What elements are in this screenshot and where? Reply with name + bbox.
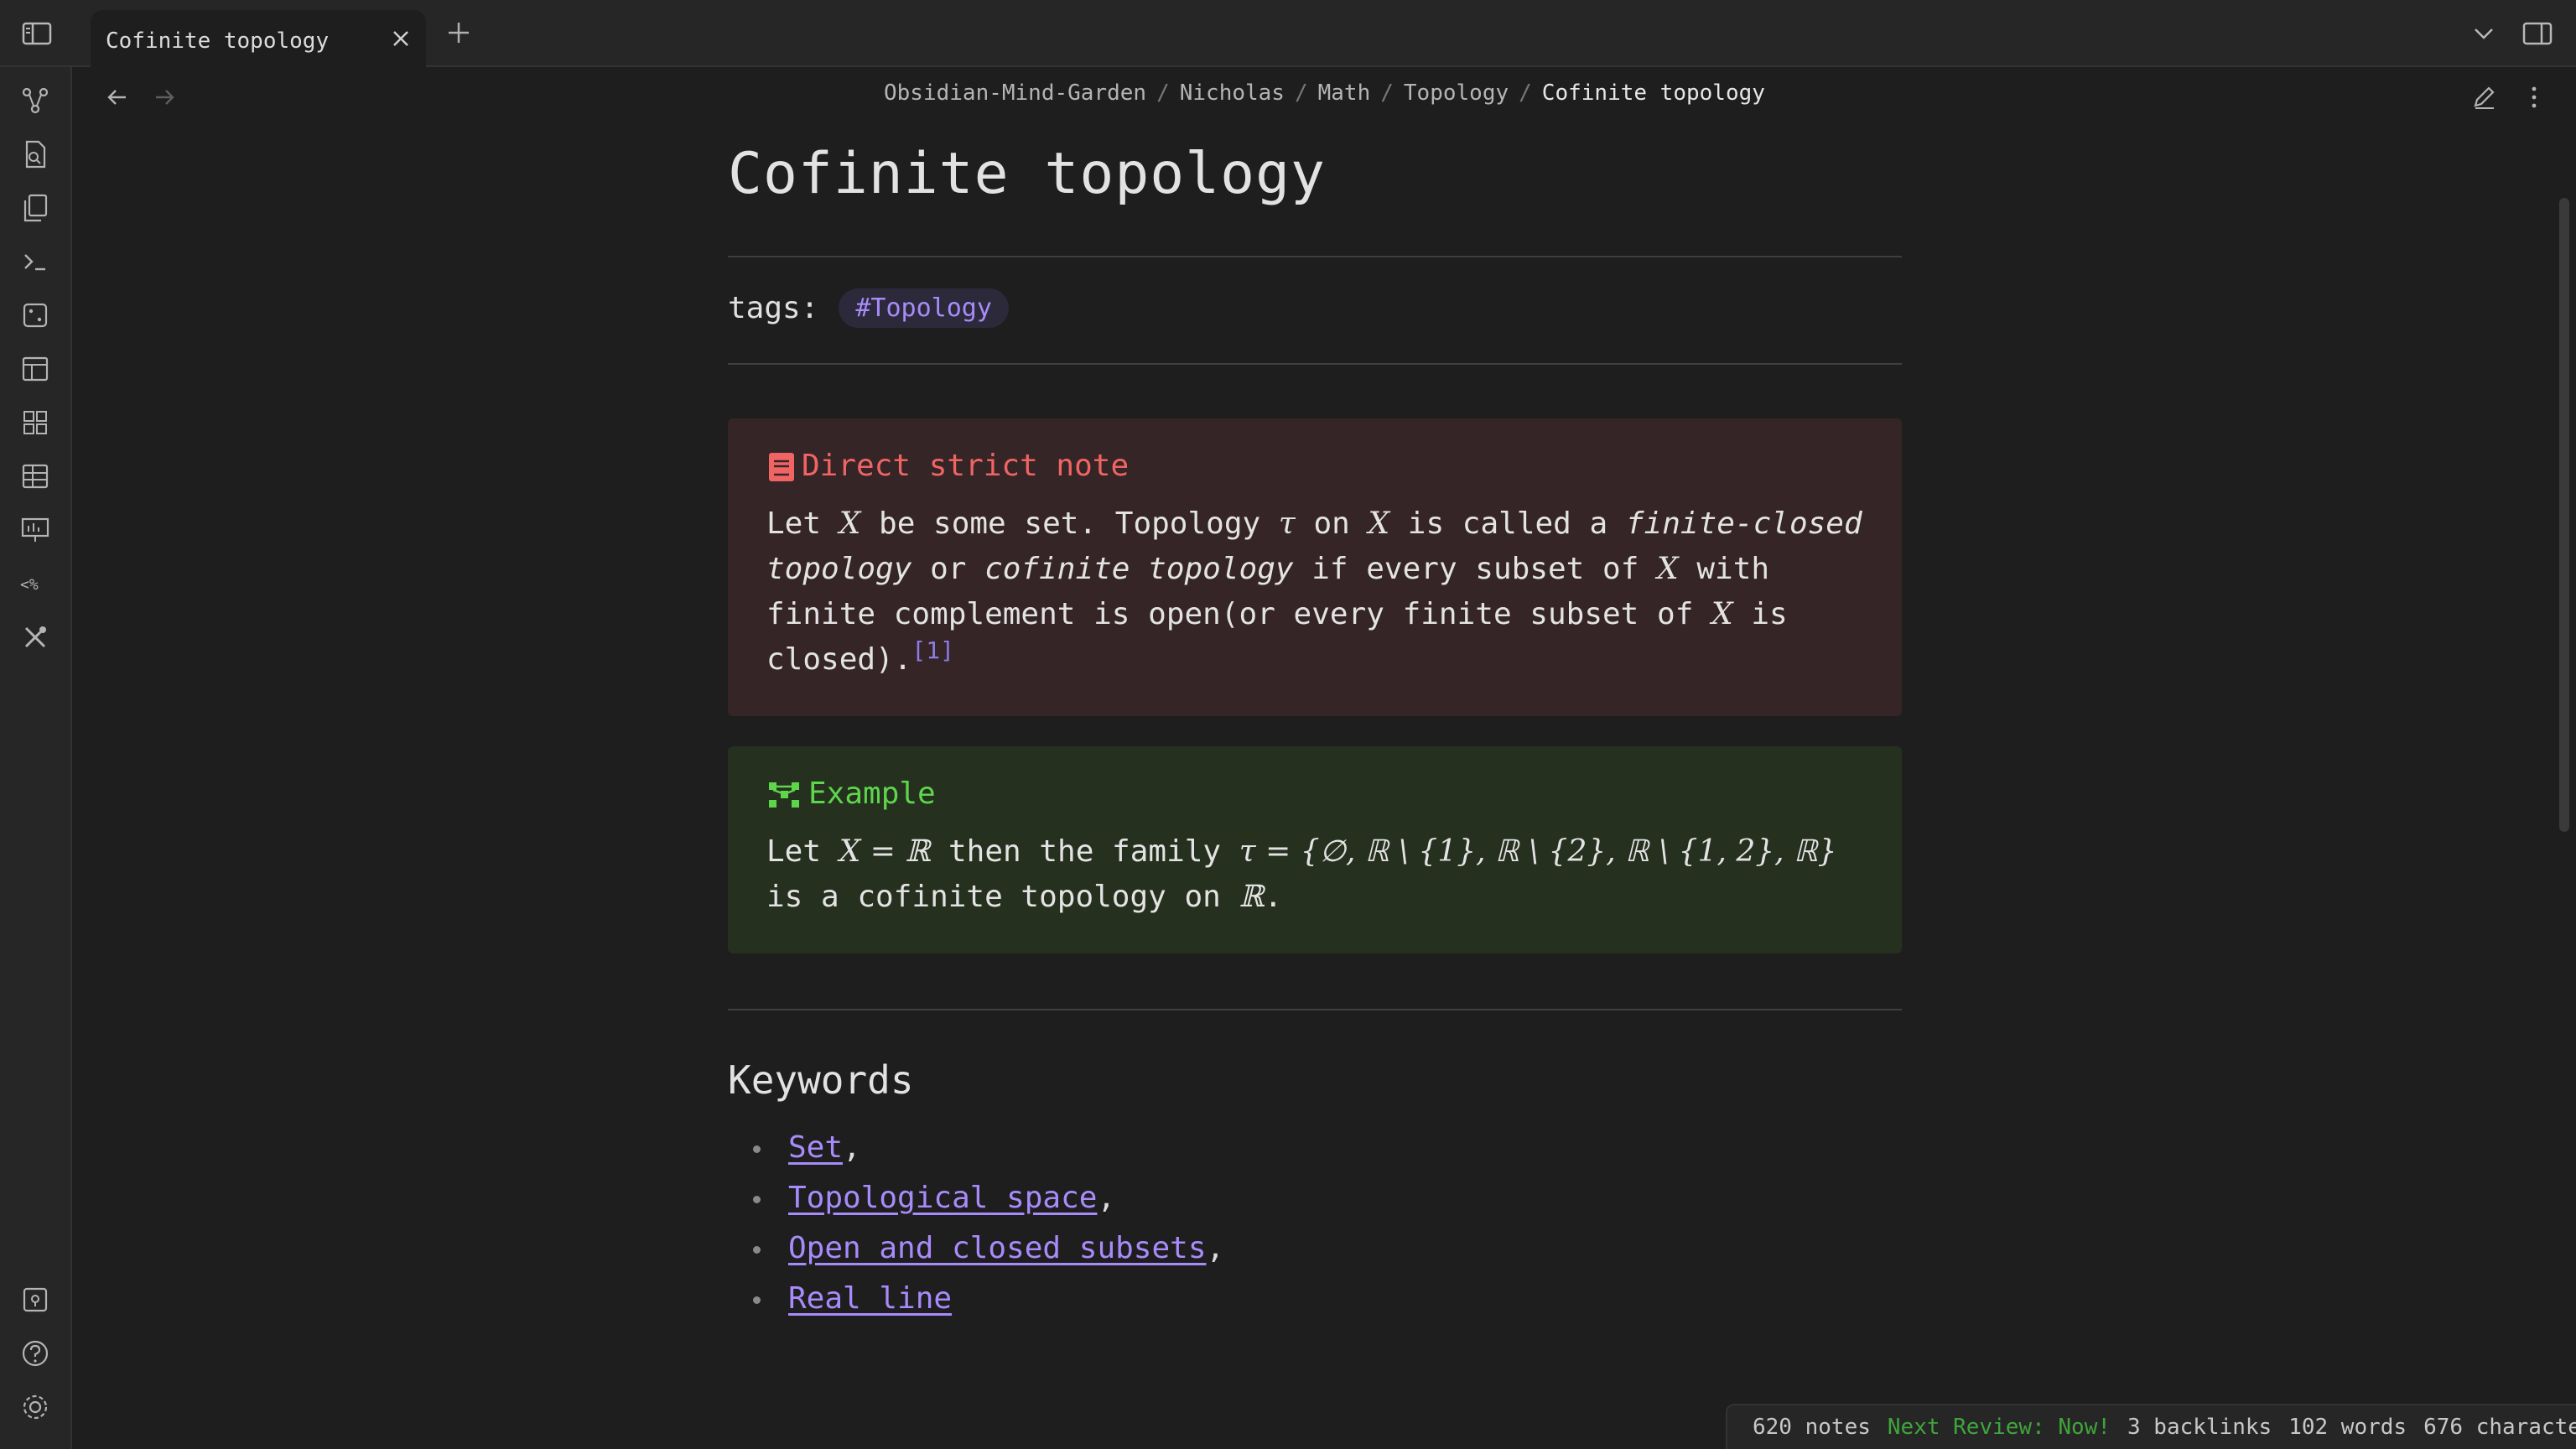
back-arrow-icon[interactable] xyxy=(102,82,132,112)
breadcrumb-item[interactable]: Math xyxy=(1318,80,1371,106)
text: . xyxy=(1264,880,1283,914)
keywords-list: Set, Topological space, Open and closed … xyxy=(728,1123,1902,1324)
tags-row: tags: #Topology xyxy=(728,281,1902,335)
templater-icon[interactable]: <% xyxy=(18,567,52,600)
terminal-icon[interactable] xyxy=(18,245,52,278)
status-bar: 620 notes Next Review: Now! 3 backlinks … xyxy=(1726,1404,2576,1449)
list-item: Topological space, xyxy=(728,1173,1902,1223)
copy-files-icon[interactable] xyxy=(18,191,52,225)
callout-body: Let X = ℝ then the family τ = {∅, ℝ \ {1… xyxy=(766,829,1863,920)
divider xyxy=(728,256,1902,257)
dice-icon[interactable] xyxy=(18,299,52,332)
tab-title: Cofinite topology xyxy=(106,29,330,54)
text: , xyxy=(1097,1181,1116,1215)
tab-active[interactable]: Cofinite topology xyxy=(91,10,426,69)
scrollbar[interactable] xyxy=(2559,198,2569,832)
text: , xyxy=(843,1130,861,1165)
more-options-icon[interactable] xyxy=(2519,82,2549,112)
sidebar-toggle-icon[interactable] xyxy=(20,17,54,50)
text: is a cofinite topology on xyxy=(766,880,1239,914)
divider xyxy=(728,363,1902,365)
list-item: Real line xyxy=(728,1274,1902,1324)
ribbon: <% xyxy=(0,67,72,1449)
math-X: X xyxy=(1711,597,1733,631)
svg-text:<%: <% xyxy=(20,576,39,594)
text: on xyxy=(1295,506,1368,541)
text: be some set. Topology xyxy=(860,506,1279,541)
breadcrumb-item[interactable]: Nicholas xyxy=(1180,80,1285,106)
text: then the family xyxy=(930,834,1239,869)
tag-pill[interactable]: #Topology xyxy=(839,288,1009,328)
tools-icon[interactable] xyxy=(18,621,52,654)
right-sidebar-toggle-icon[interactable] xyxy=(2521,17,2554,50)
keywords-heading: Keywords xyxy=(728,1057,914,1103)
chevron-down-icon[interactable] xyxy=(2467,17,2501,50)
help-icon[interactable] xyxy=(18,1337,52,1370)
status-backlinks[interactable]: 3 backlinks xyxy=(2127,1415,2272,1440)
keyword-link-open-closed-subsets[interactable]: Open and closed subsets xyxy=(788,1231,1207,1265)
callout-example: Example Let X = ℝ then the family τ = {∅… xyxy=(728,746,1902,953)
math: ℝ xyxy=(1239,880,1265,914)
table-icon[interactable] xyxy=(18,460,52,493)
text: is called a xyxy=(1389,506,1626,541)
callout-title-text: Example xyxy=(808,776,936,811)
graph-icon[interactable] xyxy=(18,84,52,117)
page-title: Cofinite topology xyxy=(728,141,1326,207)
callout-title: Example xyxy=(766,776,1863,811)
breadcrumb: Obsidian-Mind-Garden / Nicholas / Math / Topol… xyxy=(884,80,1765,106)
math: τ = {∅, ℝ \ {1}, ℝ \ {2}, ℝ \ {1, 2}, ℝ} xyxy=(1239,834,1837,869)
forward-arrow-icon[interactable] xyxy=(149,82,179,112)
breadcrumb-current: Cofinite topology xyxy=(1541,80,1765,106)
status-characters: 676 characters xyxy=(2423,1415,2576,1440)
breadcrumb-item[interactable]: Topology xyxy=(1404,80,1509,106)
status-notes: 620 notes xyxy=(1753,1415,1871,1440)
keyword-link-real-line[interactable]: Real line xyxy=(788,1281,952,1316)
layout-icon[interactable] xyxy=(18,352,52,386)
keyword-link-topological-space[interactable]: Topological space xyxy=(788,1181,1097,1215)
text: , xyxy=(1206,1231,1225,1265)
math: X = ℝ xyxy=(839,834,931,869)
vault-icon[interactable] xyxy=(18,1283,52,1317)
settings-gear-icon[interactable] xyxy=(18,1390,52,1424)
text: Let xyxy=(766,506,839,541)
keyword-link-set[interactable]: Set xyxy=(788,1130,843,1165)
edit-pencil-icon[interactable] xyxy=(2469,82,2499,112)
math-X: X xyxy=(839,506,861,541)
text: or xyxy=(911,552,985,586)
list-item: Open and closed subsets, xyxy=(728,1223,1902,1274)
close-icon[interactable] xyxy=(387,25,414,52)
network-icon xyxy=(769,782,799,808)
callout-title-text: Direct strict note xyxy=(802,449,1130,483)
file-search-icon[interactable] xyxy=(18,138,52,171)
emphasis: cofinite topology xyxy=(984,552,1294,586)
tags-label: tags: xyxy=(728,290,819,325)
math-X: X xyxy=(1657,552,1679,586)
math-X: X xyxy=(1368,506,1390,541)
title-bar: Cofinite topology xyxy=(0,0,2576,69)
footnote-link[interactable]: [1] xyxy=(911,636,954,664)
callout-title: Direct strict note xyxy=(766,449,1863,483)
callout-definition: Direct strict note Let X be some set. To… xyxy=(728,418,1902,716)
text: if every subset of xyxy=(1293,552,1658,586)
presentation-icon[interactable] xyxy=(18,513,52,547)
callout-body: Let X be some set. Topology τ on X is ca… xyxy=(766,501,1863,683)
status-words: 102 words xyxy=(2288,1415,2407,1440)
divider xyxy=(728,1009,1902,1010)
text: Let xyxy=(766,834,839,869)
math-tau: τ xyxy=(1278,506,1296,541)
note-content: Cofinite topology tags: #Topology Direct… xyxy=(728,134,1902,1324)
book-icon xyxy=(769,452,794,481)
list-item: Set, xyxy=(728,1123,1902,1173)
grid-icon[interactable] xyxy=(18,406,52,439)
status-next-review[interactable]: Next Review: Now! xyxy=(1888,1415,2111,1440)
breadcrumb-item[interactable]: Obsidian-Mind-Garden xyxy=(884,80,1146,106)
plus-icon[interactable] xyxy=(444,18,473,47)
